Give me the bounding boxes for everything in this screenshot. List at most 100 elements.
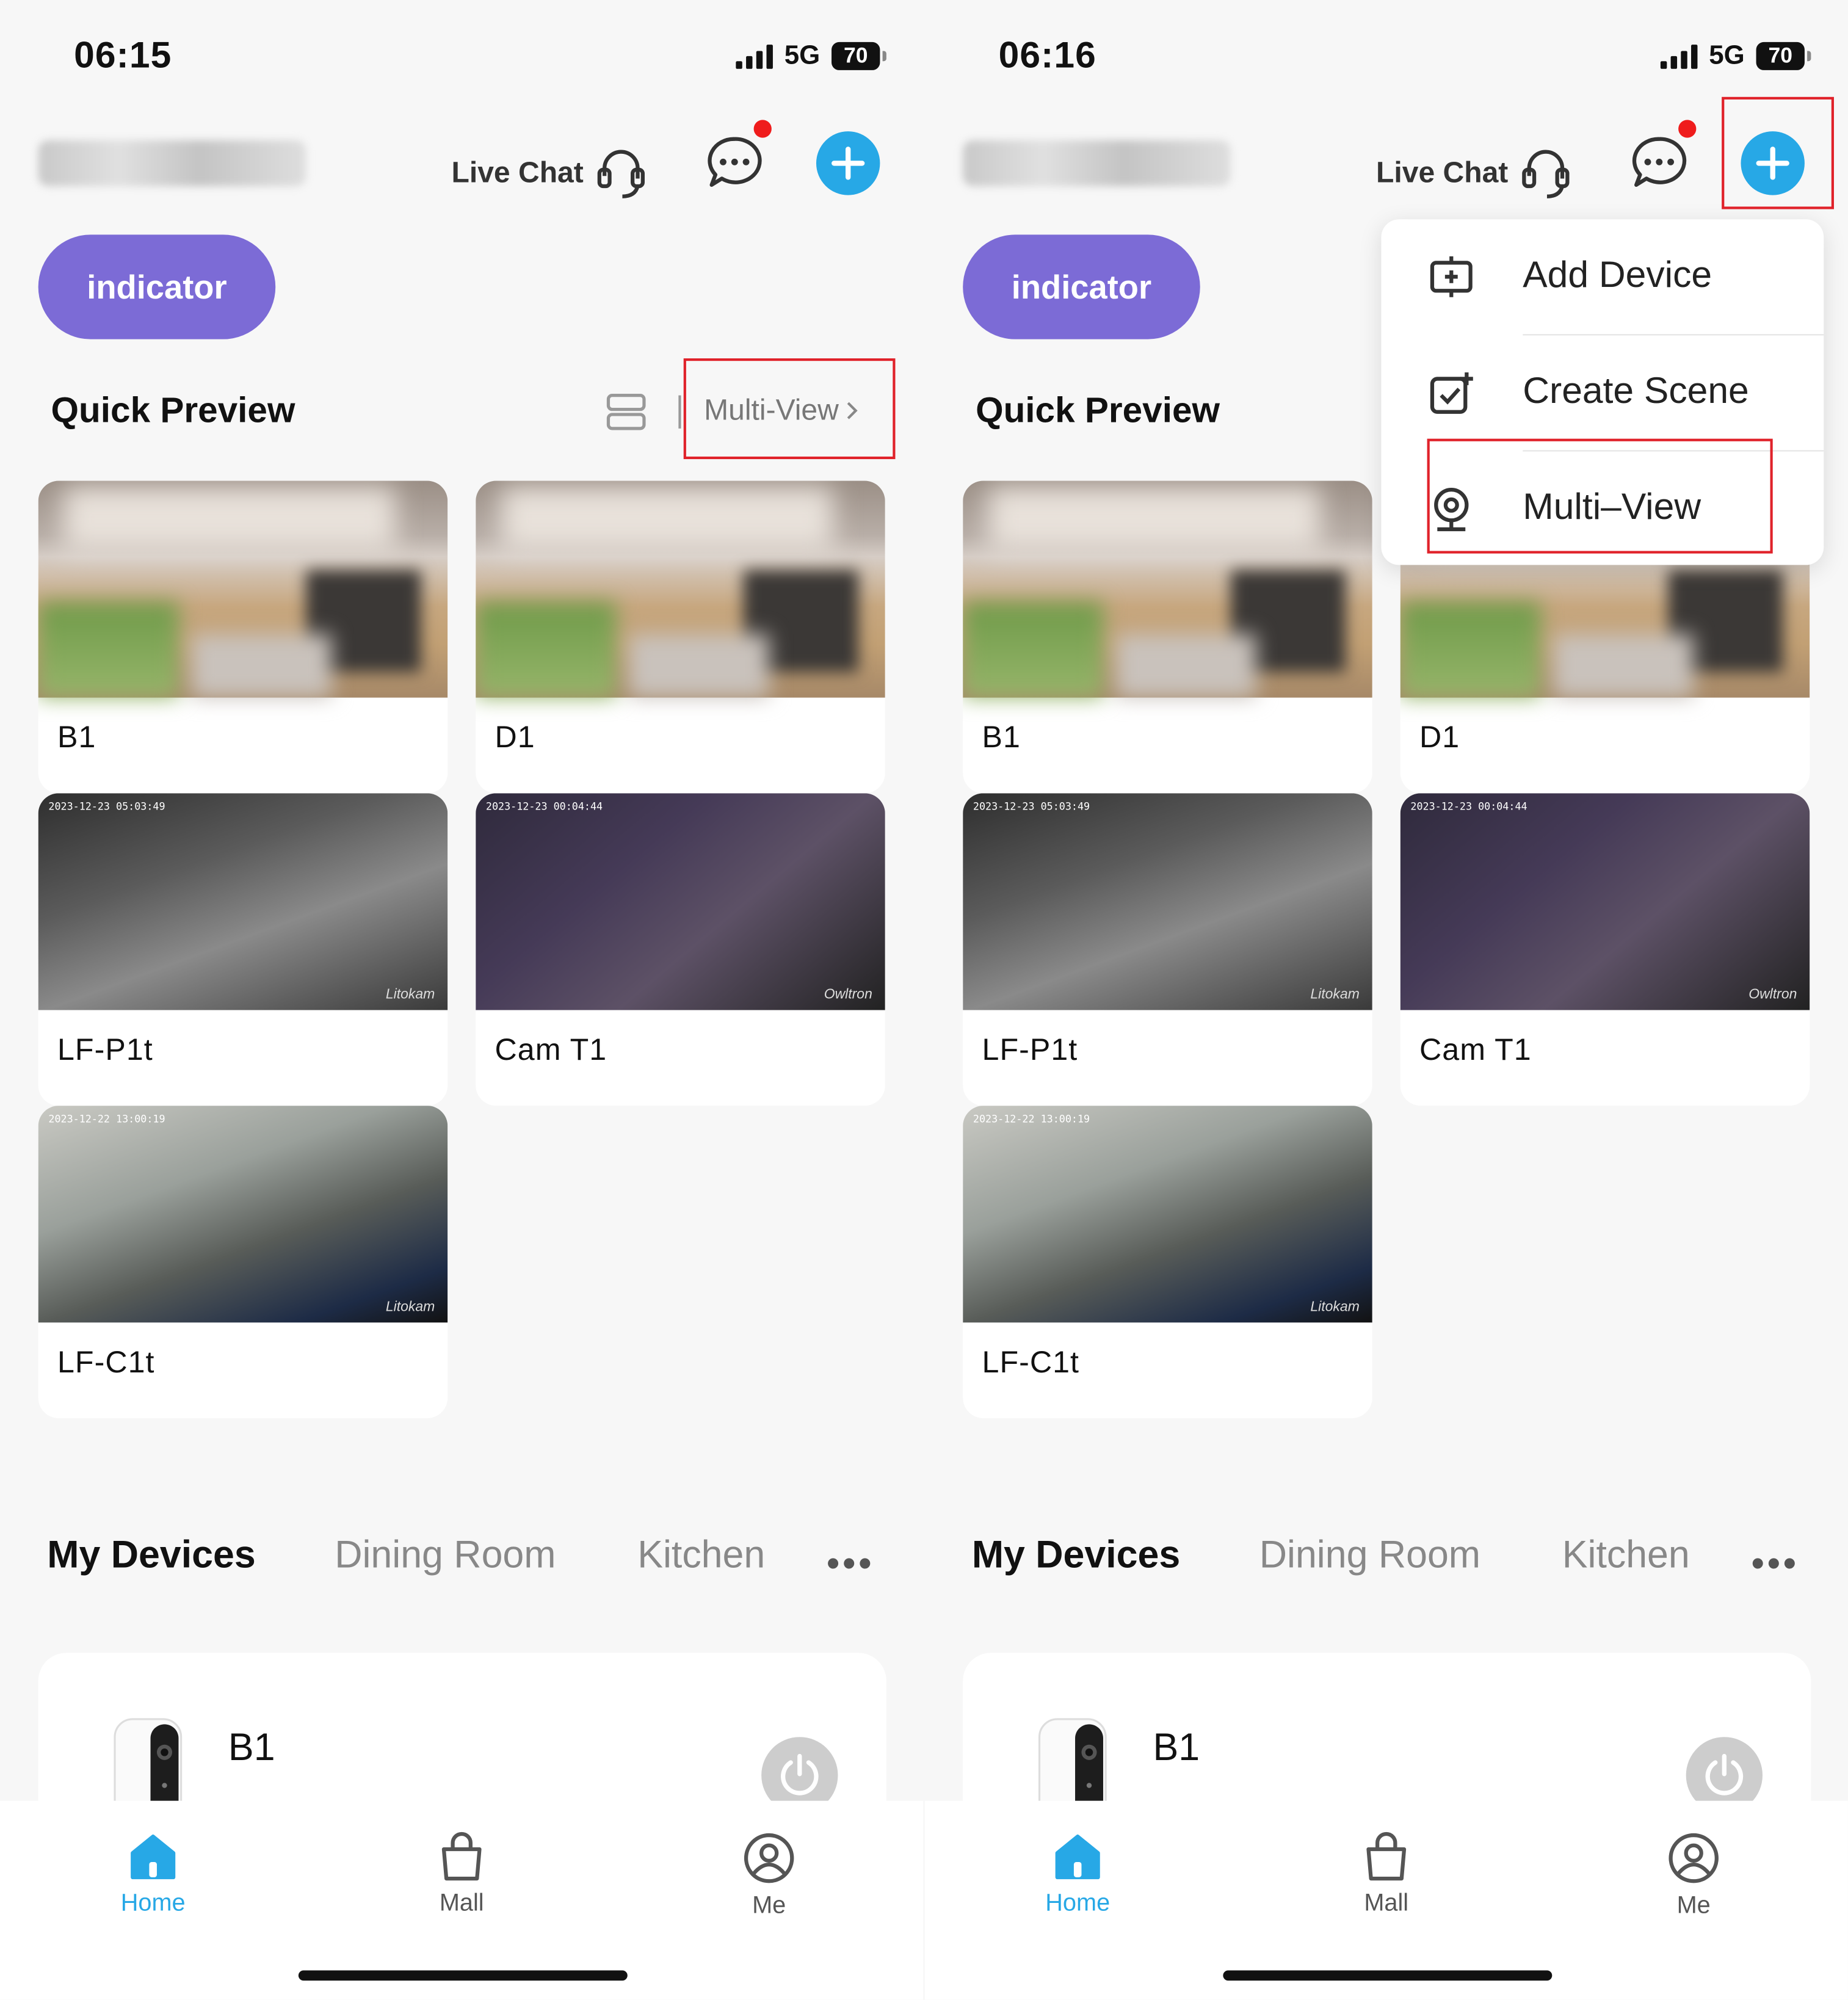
nav-mall-label: Mall — [1364, 1889, 1409, 1917]
nav-me-label: Me — [1676, 1893, 1711, 1919]
device-name: B1 — [228, 1726, 275, 1769]
live-chat-button[interactable]: Live Chat — [1376, 143, 1574, 201]
camera-thumbnail — [476, 480, 885, 698]
menu-separator — [1523, 334, 1824, 336]
status-icons: 5G 70 — [736, 41, 886, 71]
more-tabs-button[interactable]: ••• — [1751, 1543, 1799, 1587]
tab-dining-room[interactable]: Dining Room — [335, 1534, 556, 1578]
camera-name: Cam T1 — [1419, 1033, 1532, 1068]
home-selector[interactable]: Littlelf Smart — [963, 140, 1231, 186]
live-chat-label: Live Chat — [1376, 154, 1509, 189]
camera-name: Cam T1 — [495, 1033, 607, 1068]
camera-name: D1 — [1419, 720, 1460, 755]
signal-icon — [736, 43, 773, 69]
home-indicator-bar — [1223, 1970, 1553, 1981]
camera-thumbnail — [963, 480, 1372, 698]
camera-card[interactable]: 2023-12-23 05:03:49 Litokam LF-P1t — [963, 793, 1372, 1106]
menu-item[interactable]: Add Device — [1381, 219, 1824, 334]
camera-thumbnail: 2023-12-23 00:04:44 Owltron — [476, 793, 885, 1010]
camera-timestamp: 2023-12-22 13:00:19 — [48, 1113, 165, 1125]
create-scene-icon — [1430, 372, 1473, 414]
camera-watermark: Owltron — [824, 987, 872, 1002]
camera-timestamp: 2023-12-22 13:00:19 — [973, 1113, 1090, 1125]
more-tabs-button[interactable]: ••• — [827, 1543, 874, 1587]
status-time: 06:16 — [998, 35, 1096, 77]
tab-my-devices[interactable]: My Devices — [47, 1534, 255, 1578]
layout-toggle-icon[interactable] — [604, 390, 648, 433]
highlight-box — [1722, 96, 1834, 209]
camera-name: D1 — [495, 720, 535, 755]
highlight-box — [683, 358, 896, 460]
indicator-button[interactable]: indicator — [38, 234, 276, 339]
camera-card[interactable]: 2023-12-22 13:00:19 Litokam LF-C1t — [38, 1106, 448, 1418]
camera-thumbnail: 2023-12-23 05:03:49 Litokam — [38, 793, 448, 1010]
quick-preview-title: Quick Preview — [51, 390, 295, 430]
nav-me[interactable]: Me — [1617, 1832, 1770, 1921]
menu-item-label: Create Scene — [1523, 371, 1749, 412]
camera-card[interactable]: 2023-12-23 00:04:44 Owltron Cam T1 — [476, 793, 885, 1106]
camera-name: LF-C1t — [57, 1345, 155, 1380]
battery-icon: 70 — [1756, 42, 1811, 70]
add-device-icon — [1430, 256, 1473, 297]
battery-level: 70 — [843, 43, 868, 68]
user-icon — [1669, 1833, 1719, 1883]
bag-icon — [1366, 1832, 1407, 1881]
message-icon[interactable] — [1629, 132, 1690, 194]
nav-mall[interactable]: Mall — [1310, 1832, 1463, 1918]
notification-dot — [753, 120, 772, 138]
room-tabs: My Devices Dining Room Kitchen — [47, 1534, 765, 1578]
quick-preview-title: Quick Preview — [976, 390, 1220, 430]
nav-mall-label: Mall — [439, 1889, 484, 1917]
camera-card[interactable]: B1 — [38, 480, 448, 794]
camera-name: LF-P1t — [57, 1033, 153, 1068]
camera-watermark: Litokam — [1310, 987, 1360, 1002]
camera-name: B1 — [57, 720, 96, 755]
device-name: B1 — [1153, 1726, 1200, 1769]
power-icon — [781, 1753, 819, 1795]
camera-timestamp: 2023-12-23 00:04:44 — [1410, 800, 1527, 813]
tab-kitchen[interactable]: Kitchen — [637, 1534, 765, 1578]
add-button[interactable] — [816, 131, 880, 195]
highlight-box — [1427, 438, 1773, 554]
nav-me-label: Me — [752, 1893, 786, 1919]
user-icon — [744, 1833, 794, 1883]
camera-card[interactable]: 2023-12-23 00:04:44 Owltron Cam T1 — [1400, 793, 1810, 1106]
camera-watermark: Owltron — [1748, 987, 1797, 1002]
tab-dining-room[interactable]: Dining Room — [1259, 1534, 1480, 1578]
signal-icon — [1660, 43, 1698, 69]
camera-timestamp: 2023-12-23 05:03:49 — [48, 800, 165, 813]
camera-card[interactable]: 2023-12-22 13:00:19 Litokam LF-C1t — [963, 1106, 1372, 1418]
message-icon[interactable] — [704, 132, 765, 194]
nav-home-label: Home — [1045, 1889, 1111, 1917]
notification-dot — [1678, 120, 1697, 138]
live-chat-label: Live Chat — [451, 154, 584, 189]
nav-mall[interactable]: Mall — [385, 1832, 538, 1918]
menu-item[interactable]: Create Scene — [1381, 335, 1824, 450]
nav-home[interactable]: Home — [1001, 1832, 1154, 1918]
camera-timestamp: 2023-12-23 05:03:49 — [973, 800, 1090, 813]
indicator-button[interactable]: indicator — [963, 234, 1200, 339]
live-chat-button[interactable]: Live Chat — [452, 143, 650, 201]
menu-item-label: Add Device — [1523, 255, 1712, 296]
camera-name: B1 — [982, 720, 1021, 755]
home-selector[interactable]: Littlelf Smart — [38, 140, 306, 186]
camera-card[interactable]: D1 — [476, 480, 885, 794]
camera-card[interactable]: 2023-12-23 05:03:49 Litokam LF-P1t — [38, 793, 448, 1106]
room-tabs: My Devices Dining Room Kitchen — [972, 1534, 1690, 1578]
camera-name: LF-C1t — [982, 1345, 1080, 1380]
tab-kitchen[interactable]: Kitchen — [1562, 1534, 1690, 1578]
camera-card[interactable]: B1 — [963, 480, 1372, 794]
plus-icon — [832, 147, 865, 180]
battery-level: 70 — [1768, 43, 1792, 68]
power-icon — [1705, 1753, 1744, 1795]
nav-me[interactable]: Me — [692, 1832, 846, 1921]
camera-name: LF-P1t — [982, 1033, 1078, 1068]
bottom-navigation: Home Mall Me — [924, 1800, 1848, 2000]
nav-home[interactable]: Home — [76, 1832, 230, 1918]
nav-home-label: Home — [120, 1889, 186, 1917]
headset-icon — [1521, 150, 1569, 198]
camera-watermark: Litokam — [385, 987, 435, 1002]
home-indicator-bar — [298, 1970, 628, 1981]
bag-icon — [441, 1832, 482, 1881]
tab-my-devices[interactable]: My Devices — [972, 1534, 1180, 1578]
